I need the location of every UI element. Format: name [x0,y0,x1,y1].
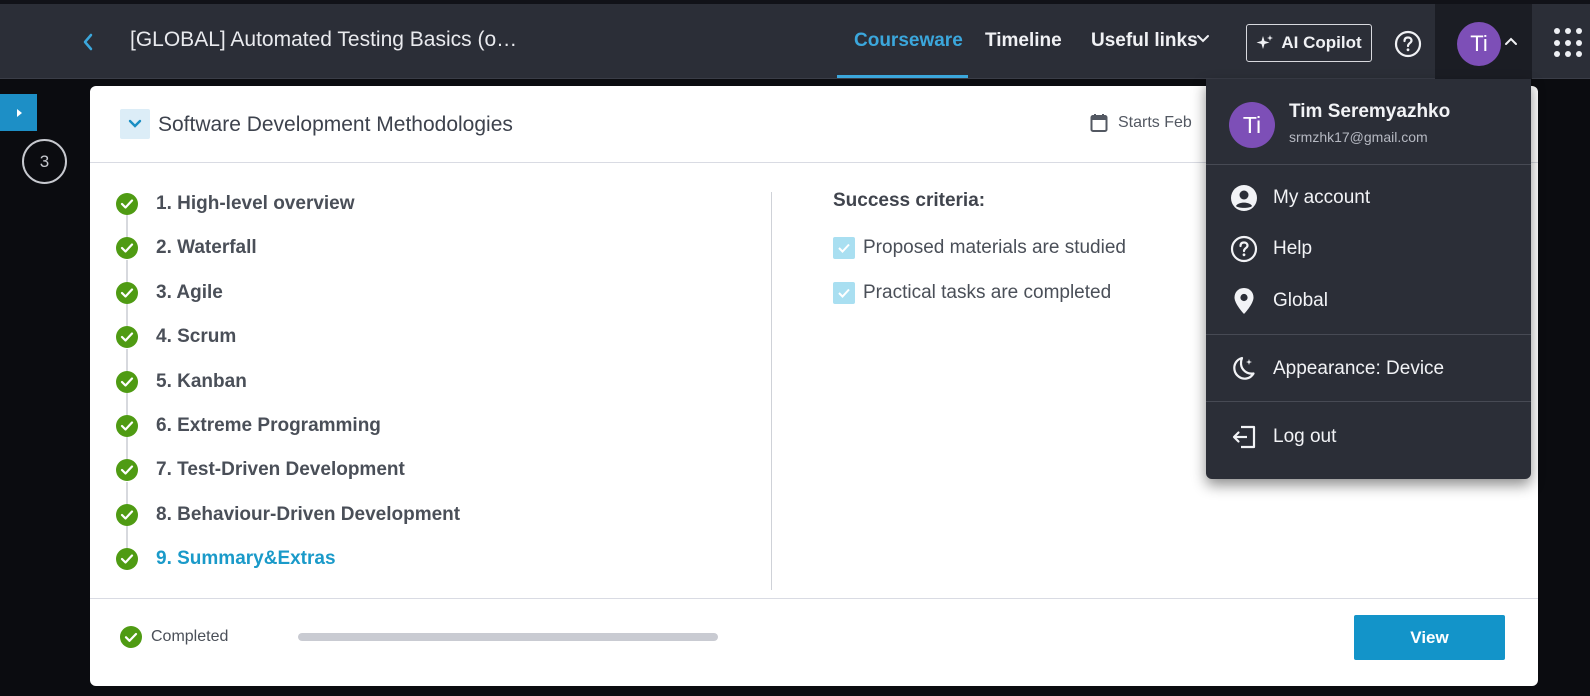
menu-item-my-account[interactable]: My account [1206,175,1531,221]
user-name: Tim Seremyazhko [1289,101,1451,122]
lesson-label: 8. Behaviour-Driven Development [156,503,461,525]
user-info: Ti Tim Seremyazhko srmzhk17@gmail.com [1206,79,1531,165]
apps-grid-icon[interactable] [1554,28,1582,58]
check-circle-icon [116,459,138,482]
lesson-item[interactable]: 4. Scrum [116,325,236,349]
completion-status: Completed [120,626,228,648]
top-navigation-bar: [GLOBAL] Automated Testing Basics (o… Co… [0,0,1590,79]
moon-icon [1230,355,1258,383]
completion-status-text: Completed [151,628,229,645]
lesson-connector-line [126,215,128,238]
chevron-left-icon [83,33,93,51]
ai-copilot-label: AI Copilot [1281,33,1362,52]
lesson-label: 7. Test-Driven Development [156,459,405,481]
menu-item-log-out[interactable]: Log out [1206,414,1531,460]
sidebar-toggle-button[interactable] [0,94,37,131]
criteria-label: Proposed materials are studied [863,237,1126,258]
lesson-item[interactable]: 2. Waterfall [116,236,257,260]
view-button[interactable]: View [1354,615,1505,660]
caret-right-icon [16,108,22,117]
start-date-text: Starts Feb [1118,114,1192,131]
calendar-icon [1090,114,1108,132]
check-circle-icon [120,626,142,648]
lesson-item[interactable]: 7. Test-Driven Development [116,458,405,482]
menu-item-global[interactable]: Global [1206,278,1531,324]
avatar: Ti [1229,102,1275,148]
column-divider [771,192,772,590]
lesson-item[interactable]: 3. Agile [116,281,223,305]
menu-item-label: Appearance: Device [1273,358,1445,379]
lesson-label: 2. Waterfall [156,237,257,259]
progress-bar-fill [298,633,718,641]
back-button[interactable] [76,30,100,54]
check-circle-icon [116,326,138,349]
check-circle-icon [116,237,138,260]
menu-item-label: Log out [1273,426,1337,447]
help-circle-icon [1230,235,1258,263]
lesson-connector-line [126,304,128,327]
checkbox-checked-icon[interactable] [833,282,855,304]
lesson-label: 3. Agile [156,281,223,303]
account-circle-icon [1230,184,1258,212]
check-circle-icon [116,503,138,526]
menu-divider [1206,334,1531,335]
criteria-label: Practical tasks are completed [863,282,1112,303]
course-title: [GLOBAL] Automated Testing Basics (o… [130,28,518,51]
lesson-label: 6. Extreme Programming [156,415,381,436]
chevron-down-icon [128,119,142,128]
active-tab-indicator [837,75,968,78]
lesson-item[interactable]: 9. Summary&Extras [116,547,336,571]
chevron-up-icon[interactable] [1504,36,1518,46]
user-dropdown-menu: Ti Tim Seremyazhko srmzhk17@gmail.com My… [1206,79,1531,479]
tab-timeline[interactable]: Timeline [985,30,1062,52]
check-circle-icon [116,370,138,393]
avatar[interactable]: Ti [1457,22,1501,66]
menu-divider [1206,401,1531,402]
tab-courseware[interactable]: Courseware [854,30,963,52]
location-pin-icon [1230,287,1258,315]
menu-item-label: My account [1273,187,1371,208]
lesson-connector-line [126,437,128,460]
step-number-badge[interactable]: 3 [22,139,67,184]
check-circle-icon [116,193,138,215]
start-date: Starts Feb [1090,113,1192,133]
lesson-connector-line [126,526,128,549]
lesson-connector-line [126,259,128,282]
check-circle-icon [116,281,138,304]
lesson-label: 9. Summary&Extras [156,548,336,570]
menu-item-help[interactable]: Help [1206,226,1531,272]
logout-icon [1230,423,1258,451]
lesson-item[interactable]: 5. Kanban [116,370,247,394]
lesson-connector-line [126,393,128,415]
lesson-item[interactable]: 8. Behaviour-Driven Development [116,503,460,527]
lesson-connector-line [126,481,128,504]
menu-item-appearance[interactable]: Appearance: Device [1206,346,1531,392]
ai-copilot-button[interactable]: AI Copilot [1246,24,1372,62]
criteria-item[interactable]: Practical tasks are completed [833,282,1111,304]
lesson-label: 5. Kanban [156,370,247,392]
useful-links-dropdown[interactable]: Useful links [1091,30,1198,52]
check-circle-icon [116,415,138,437]
lesson-connector-line [126,348,128,371]
success-criteria-title: Success criteria: [833,190,986,211]
criteria-item[interactable]: Proposed materials are studied [833,237,1126,259]
menu-item-label: Help [1273,238,1313,259]
check-circle-icon [116,548,138,571]
progress-bar [298,633,718,641]
section-footer: Completed View [90,598,1538,686]
menu-item-label: Global [1273,290,1328,311]
lesson-label: 4. Scrum [156,326,237,348]
section-title: Software Development Methodologies [158,113,513,136]
collapse-section-button[interactable] [120,109,150,139]
chevron-down-icon[interactable] [1196,34,1210,44]
lesson-item[interactable]: 6. Extreme Programming [116,414,381,438]
lesson-label: 1. High-level overview [156,193,355,214]
checkbox-checked-icon[interactable] [833,237,855,259]
help-icon[interactable] [1394,30,1422,58]
lesson-item[interactable]: 1. High-level overview [116,192,355,216]
sparkle-icon [1256,35,1274,49]
user-email: srmzhk17@gmail.com [1289,129,1428,145]
